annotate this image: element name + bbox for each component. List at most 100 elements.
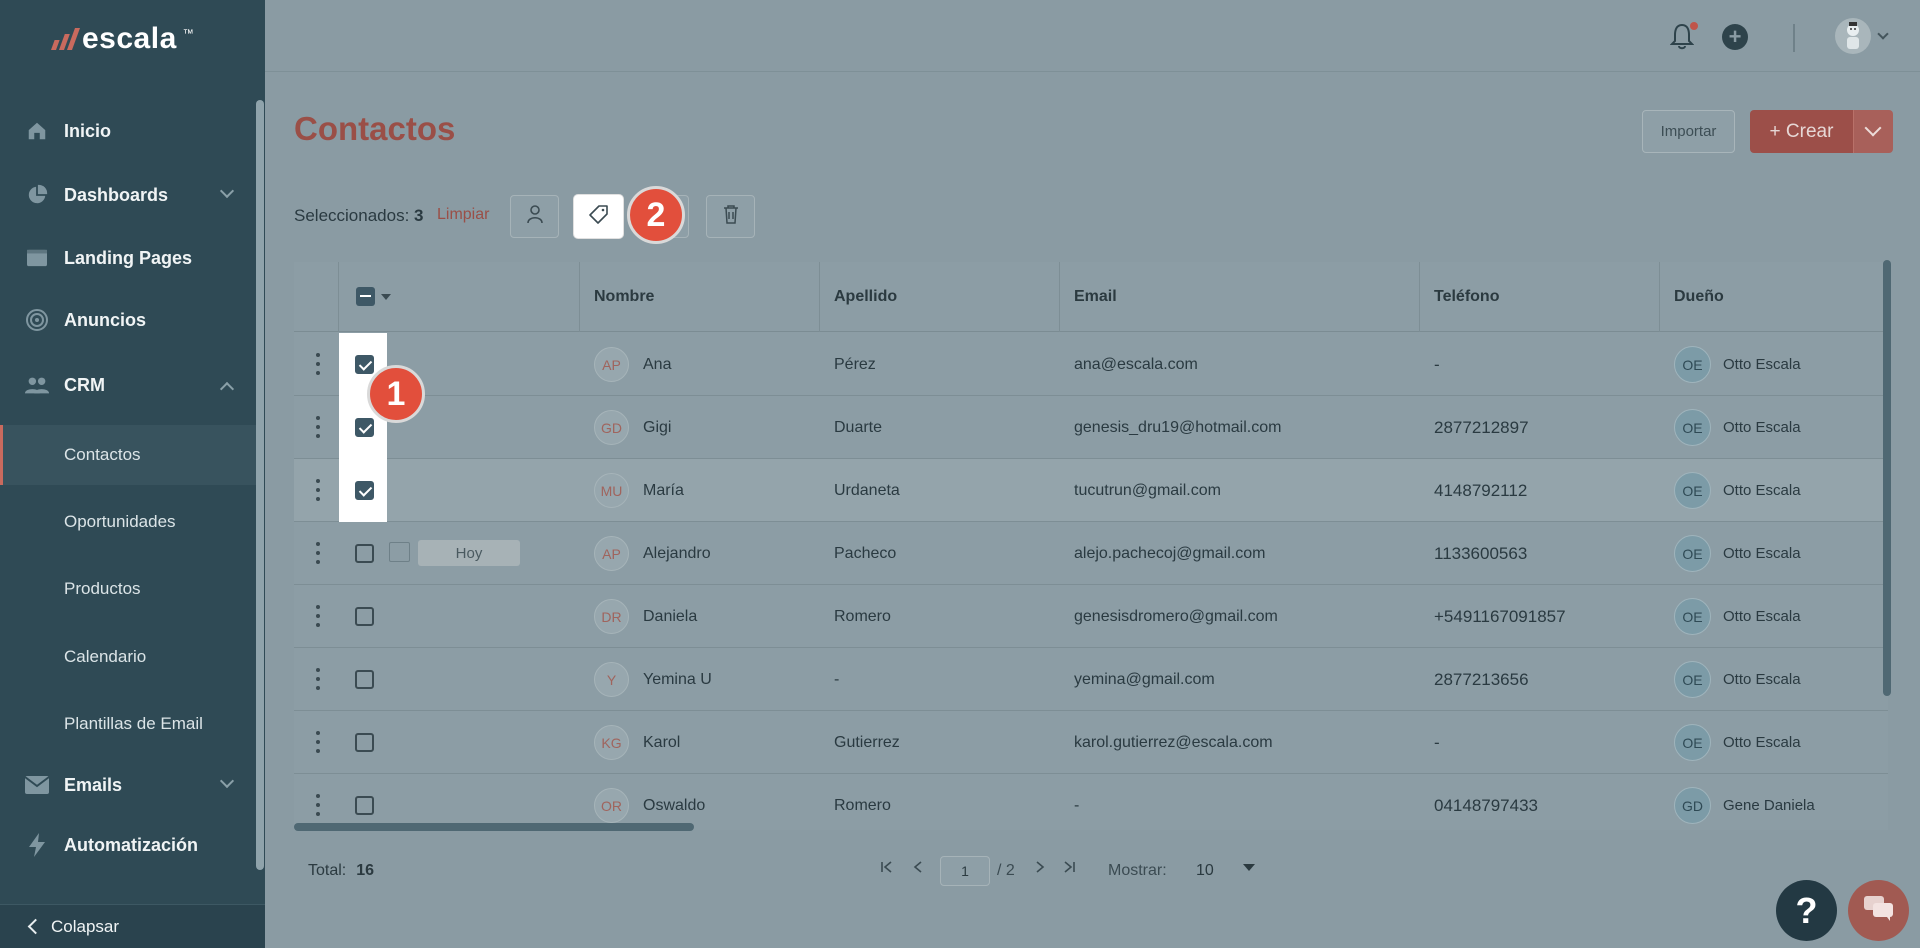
- date-tag[interactable]: Hoy: [418, 540, 520, 566]
- row-menu-icon[interactable]: [316, 542, 320, 564]
- page-size-caret-icon[interactable]: [1243, 864, 1255, 871]
- owner-name: Gene Daniela: [1723, 797, 1815, 814]
- cell-telefono: 2877213656: [1434, 669, 1529, 689]
- row-checkbox[interactable]: [355, 796, 374, 815]
- cell-nombre[interactable]: KG Karol: [594, 711, 680, 774]
- contact-first-name[interactable]: Daniela: [643, 608, 697, 626]
- calendar-icon[interactable]: [389, 542, 410, 562]
- row-checkbox[interactable]: [355, 607, 374, 626]
- sidebar-item-landing-pages[interactable]: Landing Pages: [0, 229, 256, 287]
- column-header-dueno[interactable]: Dueño: [1659, 262, 1888, 332]
- sidebar-subitem-oportunidades[interactable]: Oportunidades: [0, 492, 256, 552]
- row-checkbox[interactable]: [355, 544, 374, 563]
- sidebar-item-automatizacion[interactable]: Automatización: [0, 816, 256, 874]
- browser-icon: [24, 245, 50, 271]
- row-menu-icon[interactable]: [316, 668, 320, 690]
- row-checkbox[interactable]: [355, 481, 374, 500]
- help-button[interactable]: ?: [1776, 880, 1837, 941]
- row-menu-icon[interactable]: [316, 605, 320, 627]
- prev-page-icon[interactable]: [912, 860, 924, 879]
- cell-dueno: OE Otto Escala: [1674, 585, 1801, 648]
- sidebar-item-label: Anuncios: [64, 309, 147, 330]
- row-menu-icon[interactable]: [316, 794, 320, 816]
- row-menu-icon[interactable]: [316, 353, 320, 375]
- cell-nombre[interactable]: MU María: [594, 459, 684, 522]
- table-horizontal-scrollbar[interactable]: [294, 823, 694, 831]
- sidebar-subitem-calendario[interactable]: Calendario: [0, 627, 256, 687]
- cell-telefono: -: [1434, 732, 1440, 752]
- assign-owner-button[interactable]: [510, 195, 559, 238]
- tag-button[interactable]: [574, 195, 623, 238]
- contact-first-name[interactable]: Karol: [643, 734, 680, 752]
- row-menu-icon[interactable]: [316, 416, 320, 438]
- brand-logo[interactable]: escala ™: [50, 22, 194, 56]
- first-page-icon[interactable]: [880, 860, 894, 879]
- sidebar-item-emails[interactable]: Emails: [0, 756, 256, 814]
- table-row[interactable]: OR Oswaldo Romero - 04148797433 GD Gene Daniel…: [294, 774, 1888, 830]
- delete-button[interactable]: [706, 195, 755, 238]
- collapse-label: Colapsar: [51, 916, 120, 936]
- contact-first-name[interactable]: Alejandro: [643, 545, 711, 563]
- column-header-email[interactable]: Email: [1059, 262, 1419, 332]
- owner-avatar: GD: [1674, 787, 1711, 824]
- sidebar-subitem-plantillas[interactable]: Plantillas de Email: [0, 694, 256, 754]
- sidebar-scrollbar[interactable]: [256, 100, 264, 870]
- select-all-header[interactable]: [338, 262, 534, 332]
- sidebar-item-label: Dashboards: [64, 184, 169, 205]
- sidebar-item-anuncios[interactable]: Anuncios: [0, 291, 256, 349]
- table-vertical-scrollbar[interactable]: [1883, 260, 1891, 696]
- cell-nombre[interactable]: AP Alejandro: [594, 522, 711, 585]
- row-menu-icon[interactable]: [316, 731, 320, 753]
- row-checkbox[interactable]: [355, 670, 374, 689]
- contact-first-name[interactable]: María: [643, 482, 684, 500]
- brand-name: escala: [82, 22, 177, 55]
- page-size-select[interactable]: 10: [1196, 862, 1214, 880]
- page-number-input[interactable]: 1: [940, 856, 990, 886]
- chat-button[interactable]: [1848, 880, 1909, 941]
- row-menu-icon[interactable]: [316, 479, 320, 501]
- contact-first-name[interactable]: Ana: [643, 356, 671, 374]
- row-checkbox[interactable]: [355, 733, 374, 752]
- cell-nombre[interactable]: AP Ana: [594, 333, 671, 396]
- create-button[interactable]: + Crear: [1750, 110, 1853, 153]
- column-header-telefono[interactable]: Teléfono: [1419, 262, 1659, 332]
- table-row[interactable]: Hoy AP Alejandro Pacheco alejo.pachecoj@gmai…: [294, 522, 1888, 585]
- table-row[interactable]: AP Ana Pérez ana@escala.com - OE Otto Escala: [294, 333, 1888, 396]
- cell-nombre[interactable]: DR Daniela: [594, 585, 697, 648]
- table-row[interactable]: MU María Urdaneta tucutrun@gmail.com 4148792…: [294, 459, 1888, 522]
- user-icon: [526, 204, 544, 229]
- page-total: / 2: [997, 862, 1015, 879]
- sidebar-item-crm[interactable]: CRM: [0, 356, 256, 414]
- sidebar-item-inicio[interactable]: Inicio: [0, 102, 256, 160]
- clear-selection-link[interactable]: Limpiar: [437, 206, 489, 224]
- notification-dot: [1690, 22, 1698, 30]
- row-checkbox[interactable]: [355, 355, 374, 374]
- import-button[interactable]: Importar: [1642, 110, 1735, 153]
- contact-first-name[interactable]: Gigi: [643, 419, 671, 437]
- contact-first-name[interactable]: Yemina U: [643, 671, 712, 689]
- collapse-button[interactable]: Colapsar: [0, 904, 265, 948]
- column-header-nombre[interactable]: Nombre: [579, 262, 819, 332]
- table-row[interactable]: Y Yemina U - yemina@gmail.com 2877213656 OE Ot…: [294, 648, 1888, 711]
- select-menu-caret-icon[interactable]: [381, 294, 391, 300]
- sidebar-subitem-productos[interactable]: Productos: [0, 559, 256, 619]
- quick-add-icon[interactable]: +: [1722, 24, 1748, 50]
- cell-nombre[interactable]: GD Gigi: [594, 396, 671, 459]
- table-row[interactable]: DR Daniela Romero genesisdromero@gmail.com +…: [294, 585, 1888, 648]
- user-avatar[interactable]: [1835, 18, 1871, 54]
- sidebar-item-dashboards[interactable]: Dashboards: [0, 166, 256, 224]
- cell-apellido: Urdaneta: [834, 481, 900, 499]
- cell-nombre[interactable]: OR Oswaldo: [594, 774, 705, 830]
- sidebar-subitem-contactos[interactable]: Contactos: [0, 425, 256, 485]
- row-checkbox[interactable]: [355, 418, 374, 437]
- next-page-icon[interactable]: [1034, 860, 1046, 879]
- select-all-checkbox[interactable]: [356, 287, 375, 306]
- contact-first-name[interactable]: Oswaldo: [643, 797, 705, 815]
- cell-apellido: Romero: [834, 796, 891, 814]
- create-dropdown-button[interactable]: [1853, 110, 1893, 153]
- cell-nombre[interactable]: Y Yemina U: [594, 648, 712, 711]
- column-header-apellido[interactable]: Apellido: [819, 262, 1059, 332]
- last-page-icon[interactable]: [1062, 860, 1076, 879]
- table-row[interactable]: KG Karol Gutierrez karol.gutierrez@escala.c…: [294, 711, 1888, 774]
- table-row[interactable]: GD Gigi Duarte genesis_dru19@hotmail.com 287…: [294, 396, 1888, 459]
